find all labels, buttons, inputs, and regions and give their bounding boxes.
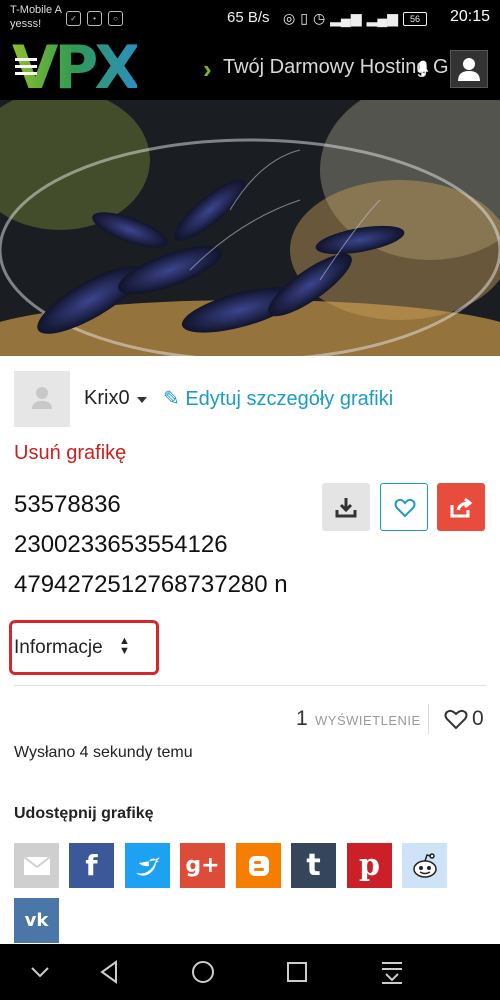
image-title-line: 53578836 (14, 491, 121, 518)
author-name[interactable]: Krix0 (84, 387, 130, 410)
blogger-icon (248, 855, 269, 876)
facebook-icon: f (85, 849, 98, 882)
hamburger-menu-icon[interactable] (15, 58, 37, 79)
chevron-right-icon: › (203, 54, 212, 84)
user-icon (458, 58, 480, 81)
carrier-label: T-Mobile A yesss! (10, 3, 62, 31)
share-email-button[interactable] (14, 843, 59, 888)
uploaded-image[interactable] (0, 100, 500, 356)
vk-icon: vk (24, 910, 49, 931)
alarm-icon: ◷ (312, 10, 326, 26)
user-placeholder-icon (32, 387, 52, 409)
highlight-box (9, 620, 159, 675)
views-label: WYŚWIETLENIE (315, 713, 421, 728)
chevron-down-icon[interactable] (137, 397, 147, 403)
hotspot-icon: ◎ (283, 10, 296, 26)
stats-divider (428, 704, 429, 734)
image-title-line: 4794272512768737280 n (14, 571, 288, 598)
system-icons: ◎ ▯ ◷ ▂▄▆ ▂▄▆ 56 (283, 10, 428, 27)
share-heading: Udostępnij grafikę (14, 805, 154, 822)
image-title: 53578836 2300233653554126 47942725127687… (14, 485, 324, 605)
share-vk-button[interactable]: vk (14, 898, 59, 943)
like-button[interactable] (380, 483, 428, 531)
home-icon[interactable] (189, 958, 217, 986)
delete-image-link[interactable]: Usuń grafikę (14, 442, 126, 465)
shield-icon: ✓ (66, 11, 81, 26)
carrier-name: T-Mobile A (10, 4, 62, 16)
share-blogger-button[interactable] (236, 843, 281, 888)
share-reddit-button[interactable] (402, 843, 447, 888)
chevron-down-icon[interactable] (26, 958, 54, 986)
heart-icon (394, 498, 416, 518)
share-google-plus-button[interactable]: g+ (180, 843, 225, 888)
site-header: VPX › Twój Darmowy Hosting Grafik (0, 37, 500, 100)
heart-icon (444, 709, 468, 730)
reddit-alien-icon (412, 852, 437, 878)
messenger-icon: • (87, 11, 102, 26)
notification-pull-down-icon[interactable] (378, 958, 406, 986)
android-nav-bar (0, 944, 500, 1000)
image-title-line: 2300233653554126 (14, 531, 228, 558)
battery-icon: 56 (403, 11, 428, 26)
author-avatar[interactable] (14, 371, 70, 427)
pinterest-icon: p (359, 848, 380, 883)
carrier-name-secondary: yesss! (10, 18, 42, 30)
back-icon[interactable] (96, 958, 124, 986)
shrimp-photo (0, 100, 500, 356)
views-count: 1 (296, 707, 308, 730)
likes-count: 0 (472, 707, 484, 730)
share-icon (450, 497, 473, 518)
notification-icons: ✓ • ○ (66, 11, 123, 26)
share-button[interactable] (437, 483, 485, 531)
edit-image-details-label: Edytuj szczegóły grafiki (185, 388, 394, 410)
divider (14, 685, 486, 686)
clock: 20:15 (449, 8, 490, 25)
share-twitter-button[interactable] (125, 843, 170, 888)
share-tumblr-button[interactable]: t (291, 843, 336, 888)
recents-icon[interactable] (283, 958, 311, 986)
posted-time: Wysłano 4 sekundy temu (14, 744, 193, 761)
share-facebook-button[interactable]: f (69, 843, 114, 888)
notification-bell-icon[interactable] (412, 57, 434, 79)
twitter-bird-icon (135, 856, 160, 876)
site-tagline: Twój Darmowy Hosting Grafik (223, 56, 487, 78)
google-plus-icon: g+ (185, 853, 220, 878)
vibrate-icon: ▯ (300, 10, 308, 26)
tumblr-icon: t (306, 848, 321, 883)
email-icon (23, 856, 50, 875)
download-button[interactable] (322, 483, 370, 531)
share-pinterest-button[interactable]: p (347, 843, 392, 888)
status-bar: T-Mobile A yesss! ✓ • ○ 65 B/s ◎ ▯ ◷ ▂▄▆… (0, 0, 500, 37)
edit-image-details-link[interactable]: ✎ Edytuj szczegóły grafiki (163, 386, 393, 411)
download-icon (335, 498, 357, 518)
signal-4g-icon: ▂▄▆ (366, 10, 399, 26)
pencil-icon: ✎ (163, 388, 180, 410)
network-speed: 65 B/s (227, 9, 270, 26)
chrome-icon: ○ (108, 11, 123, 26)
signal-icon: ▂▄▆ (330, 10, 362, 26)
user-account-button[interactable] (450, 50, 488, 88)
